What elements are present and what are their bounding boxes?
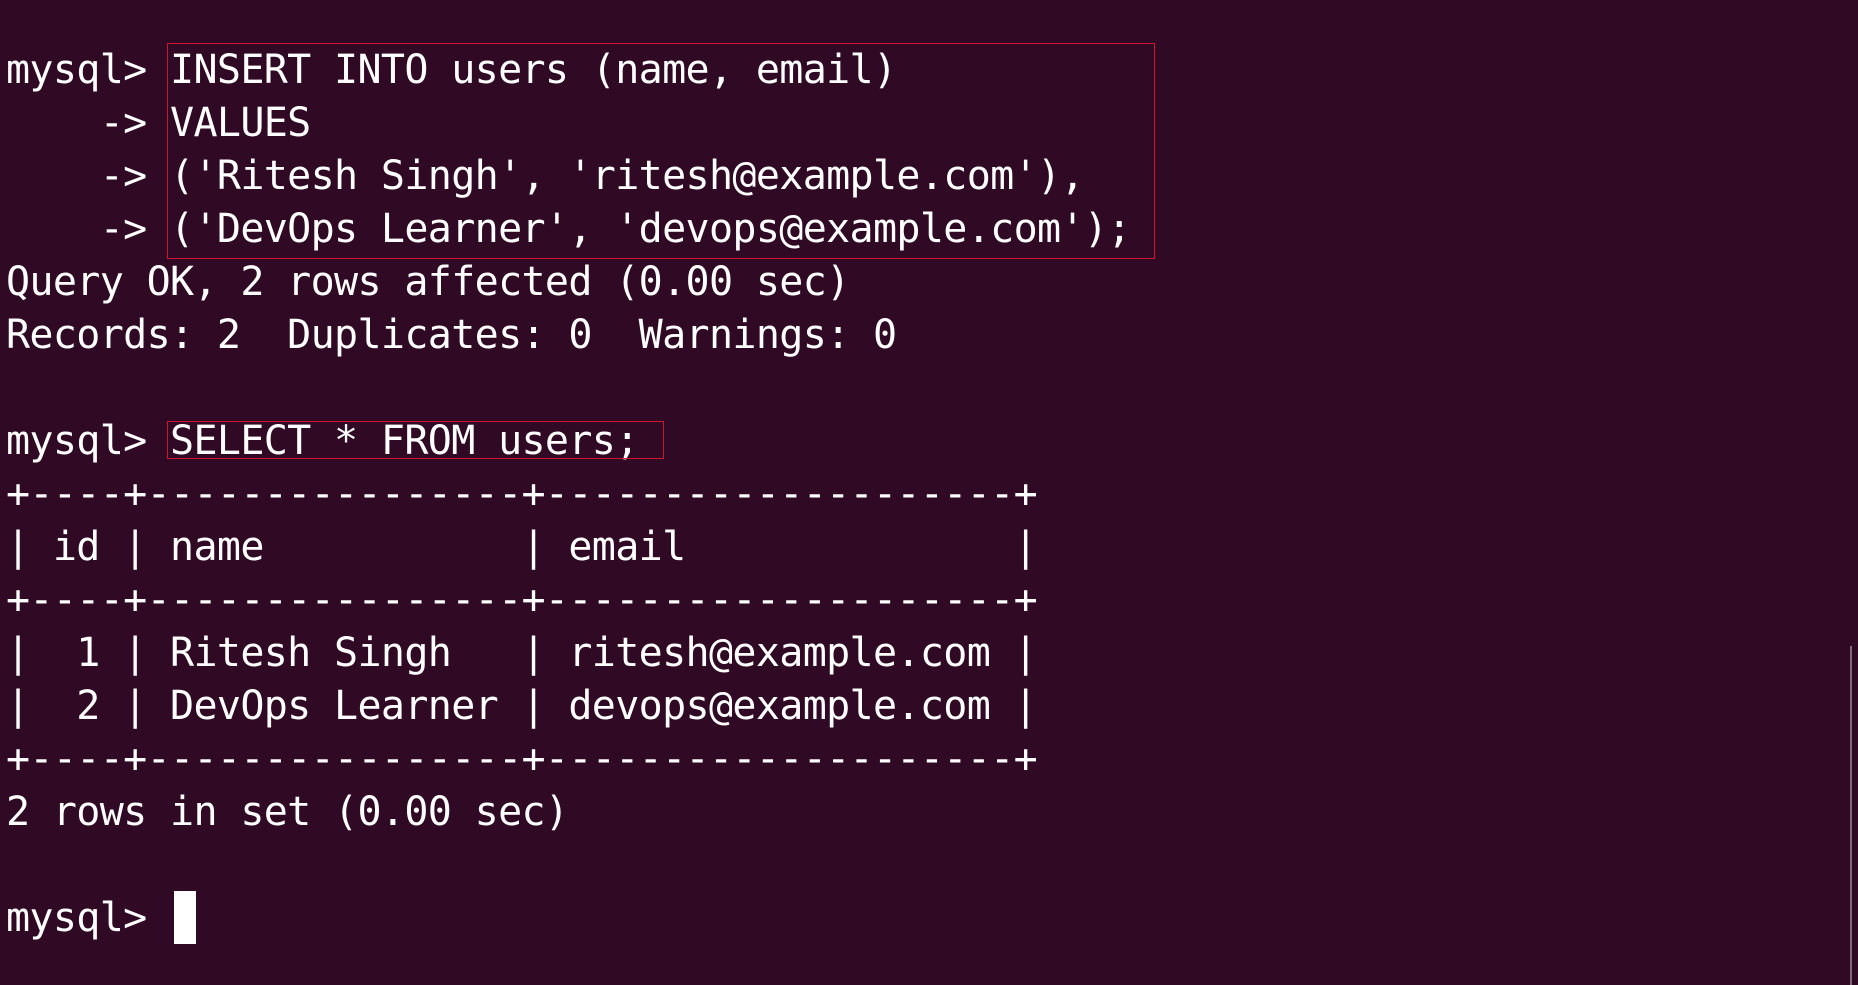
terminal-scrollbar[interactable] [1844,0,1858,985]
table-border-top: +----+----------------+-----------------… [6,471,1038,517]
terminal-line-row-2: -> ('DevOps Learner', 'devops@example.co… [6,206,1132,252]
table-header-row: | id | name | email | [6,524,1038,570]
terminal-line-values: -> VALUES [6,100,312,146]
table-border-header: +----+----------------+-----------------… [6,577,1038,623]
table-row: | 2 | DevOps Learner | devops@example.co… [6,683,1038,729]
table-row: | 1 | Ritesh Singh | ritesh@example.com … [6,630,1038,676]
terminal-line-row-1: -> ('Ritesh Singh', 'ritesh@example.com'… [6,153,1085,199]
terminal-cursor [174,891,196,944]
terminal-line-rows-in-set: 2 rows in set (0.00 sec) [6,789,569,835]
terminal-line-records: Records: 2 Duplicates: 0 Warnings: 0 [6,312,897,358]
terminal-line-insert-prompt: mysql> INSERT INTO users (name, email) [6,47,897,93]
terminal-line-query-ok: Query OK, 2 rows affected (0.00 sec) [6,259,850,305]
scrollbar-thumb[interactable] [1844,646,1858,985]
terminal-window[interactable]: mysql> INSERT INTO users (name, email) -… [0,0,1858,985]
terminal-input-prompt[interactable]: mysql> [6,892,170,945]
table-border-bottom: +----+----------------+-----------------… [6,736,1038,782]
terminal-line-select-prompt: mysql> SELECT * FROM users; [6,418,639,464]
